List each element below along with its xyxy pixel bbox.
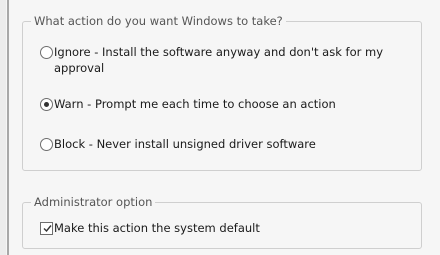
radio-warn-label: Warn - Prompt me each time to choose an … — [54, 97, 336, 111]
radio-warn-button[interactable] — [40, 98, 53, 111]
radio-block-button[interactable] — [40, 138, 53, 151]
action-group-legend: What action do you want Windows to take? — [31, 14, 286, 28]
system-default-checkbox[interactable] — [40, 222, 53, 235]
radio-block[interactable]: Block - Never install unsigned driver so… — [40, 137, 420, 154]
system-default-option[interactable]: Make this action the system default — [40, 221, 420, 238]
radio-ignore[interactable]: Ignore - Install the software anyway and… — [40, 45, 420, 80]
radio-block-label: Block - Never install unsigned driver so… — [54, 137, 316, 151]
admin-group-legend: Administrator option — [31, 195, 156, 209]
window-left-edge — [7, 0, 9, 255]
radio-ignore-button[interactable] — [40, 46, 53, 59]
radio-warn[interactable]: Warn - Prompt me each time to choose an … — [40, 97, 420, 114]
radio-ignore-label: Ignore - Install the software anyway and… — [54, 45, 383, 75]
system-default-label: Make this action the system default — [54, 221, 260, 235]
checkmark-icon — [43, 225, 52, 233]
